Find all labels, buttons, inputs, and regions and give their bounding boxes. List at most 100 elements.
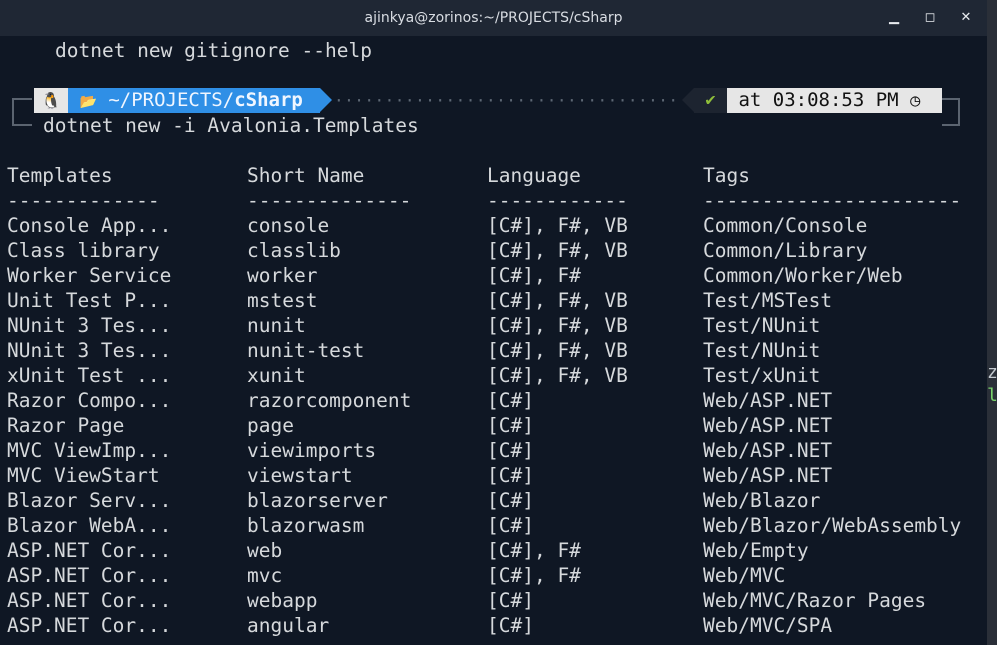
tags-cell: Test/MSTest bbox=[703, 289, 833, 312]
tags-cell: Web/MVC/SPA bbox=[703, 614, 833, 637]
tags-cell: Web/Blazor bbox=[703, 489, 821, 512]
prompt-time-segment: at 03:08:53 PM ◷ bbox=[727, 88, 942, 113]
prompt-time: at 03:08:53 PM bbox=[738, 89, 899, 111]
window-title: ajinkya@zorinos:~/PROJECTS/cSharp bbox=[364, 10, 623, 26]
prompt-frame bbox=[942, 112, 960, 126]
short-name-cell: console bbox=[247, 214, 330, 237]
tags-cell: Common/Worker/Web bbox=[703, 264, 903, 287]
short-name-cell: webapp bbox=[247, 589, 318, 612]
language-cell: [C#] bbox=[487, 489, 534, 512]
clock-icon: ◷ bbox=[910, 91, 921, 111]
short-name-cell: razorcomponent bbox=[247, 389, 412, 412]
powerline-arrow bbox=[682, 88, 694, 112]
short-name-cell: xunit bbox=[247, 364, 306, 387]
tags-cell: Web/ASP.NET bbox=[703, 439, 833, 462]
table-header: Language bbox=[487, 164, 581, 187]
template-name-cell: MVC ViewImp... bbox=[7, 439, 172, 462]
template-name-cell: ASP.NET Cor... bbox=[7, 614, 172, 637]
template-name-cell: Worker Service bbox=[7, 264, 172, 287]
current-command: dotnet new -i Avalonia.Templates bbox=[43, 114, 419, 137]
template-name-cell: Blazor WebA... bbox=[7, 514, 172, 537]
language-cell: [C#] bbox=[487, 414, 534, 437]
folder-icon: 📂 bbox=[79, 94, 97, 110]
table-header-separator: ------------- bbox=[7, 189, 160, 212]
tags-cell: Common/Console bbox=[703, 214, 868, 237]
template-name-cell: NUnit 3 Tes... bbox=[7, 339, 172, 362]
status-check-icon: ✔ bbox=[694, 88, 727, 113]
template-name-cell: Class library bbox=[7, 239, 160, 262]
tags-cell: Web/ASP.NET bbox=[703, 414, 833, 437]
short-name-cell: blazorserver bbox=[247, 489, 388, 512]
background-window-edge: z l bbox=[987, 0, 997, 645]
table-header-separator: ------------ bbox=[487, 189, 628, 212]
language-cell: [C#] bbox=[487, 514, 534, 537]
tags-cell: Test/xUnit bbox=[703, 364, 821, 387]
linux-penguin-icon: 🐧 bbox=[34, 88, 68, 113]
short-name-cell: viewstart bbox=[247, 464, 353, 487]
tags-cell: Web/Blazor/WebAssembly bbox=[703, 514, 962, 537]
template-name-cell: xUnit Test ... bbox=[7, 364, 172, 387]
language-cell: [C#], F#, VB bbox=[487, 339, 628, 362]
background-text-fragment: z bbox=[987, 362, 997, 383]
table-header-separator: ---------------------- bbox=[703, 189, 962, 212]
short-name-cell: worker bbox=[247, 264, 318, 287]
prompt-filler-dots: ········································… bbox=[334, 91, 680, 110]
short-name-cell: nunit-test bbox=[247, 339, 365, 362]
template-name-cell: Razor Compo... bbox=[7, 389, 172, 412]
template-name-cell: Console App... bbox=[7, 214, 172, 237]
tags-cell: Common/Library bbox=[703, 239, 868, 262]
tags-cell: Web/MVC/Razor Pages bbox=[703, 589, 927, 612]
short-name-cell: mvc bbox=[247, 564, 283, 587]
minimize-icon[interactable]: ▁ bbox=[882, 6, 906, 30]
powerline-arrow bbox=[320, 88, 332, 112]
language-cell: [C#], F# bbox=[487, 264, 581, 287]
maximize-icon[interactable]: ◻ bbox=[918, 6, 942, 30]
template-name-cell: ASP.NET Cor... bbox=[7, 539, 172, 562]
template-name-cell: NUnit 3 Tes... bbox=[7, 314, 172, 337]
short-name-cell: page bbox=[247, 414, 294, 437]
template-name-cell: ASP.NET Cor... bbox=[7, 589, 172, 612]
close-icon[interactable]: ✕ bbox=[954, 6, 978, 30]
language-cell: [C#], F#, VB bbox=[487, 289, 628, 312]
table-header: Short Name bbox=[247, 164, 365, 187]
background-text-fragment: l bbox=[987, 385, 997, 406]
short-name-cell: nunit bbox=[247, 314, 306, 337]
template-name-cell: Blazor Serv... bbox=[7, 489, 172, 512]
previous-command: dotnet new gitignore --help bbox=[55, 39, 372, 62]
language-cell: [C#], F#, VB bbox=[487, 239, 628, 262]
language-cell: [C#] bbox=[487, 389, 534, 412]
tags-cell: Web/ASP.NET bbox=[703, 464, 833, 487]
prompt-path-segment: 📂 ~/PROJECTS/cSharp bbox=[68, 88, 320, 113]
window-titlebar[interactable]: ajinkya@zorinos:~/PROJECTS/cSharp ▁ ◻ ✕ bbox=[0, 0, 987, 36]
short-name-cell: viewimports bbox=[247, 439, 377, 462]
path-current-dir: cSharp bbox=[234, 89, 303, 111]
tags-cell: Web/MVC bbox=[703, 564, 786, 587]
short-name-cell: angular bbox=[247, 614, 330, 637]
template-name-cell: Razor Page bbox=[7, 414, 125, 437]
language-cell: [C#] bbox=[487, 439, 534, 462]
tags-cell: Test/NUnit bbox=[703, 314, 821, 337]
path-prefix: ~/PROJECTS/ bbox=[108, 89, 235, 111]
tags-cell: Test/NUnit bbox=[703, 339, 821, 362]
language-cell: [C#], F# bbox=[487, 539, 581, 562]
short-name-cell: blazorwasm bbox=[247, 514, 365, 537]
prompt-frame bbox=[12, 112, 32, 126]
short-name-cell: mstest bbox=[247, 289, 318, 312]
template-name-cell: ASP.NET Cor... bbox=[7, 564, 172, 587]
table-header: Templates bbox=[7, 164, 113, 187]
language-cell: [C#] bbox=[487, 614, 534, 637]
language-cell: [C#], F# bbox=[487, 564, 581, 587]
terminal-area[interactable]: dotnet new gitignore --help 🐧 📂 ~/PROJEC… bbox=[0, 36, 987, 645]
language-cell: [C#], F#, VB bbox=[487, 314, 628, 337]
tags-cell: Web/ASP.NET bbox=[703, 389, 833, 412]
tags-cell: Web/Empty bbox=[703, 539, 809, 562]
table-header-separator: -------------- bbox=[247, 189, 412, 212]
language-cell: [C#], F#, VB bbox=[487, 364, 628, 387]
short-name-cell: classlib bbox=[247, 239, 341, 262]
language-cell: [C#] bbox=[487, 589, 534, 612]
short-name-cell: web bbox=[247, 539, 283, 562]
language-cell: [C#] bbox=[487, 464, 534, 487]
template-name-cell: Unit Test P... bbox=[7, 289, 172, 312]
language-cell: [C#], F#, VB bbox=[487, 214, 628, 237]
table-header: Tags bbox=[703, 164, 750, 187]
